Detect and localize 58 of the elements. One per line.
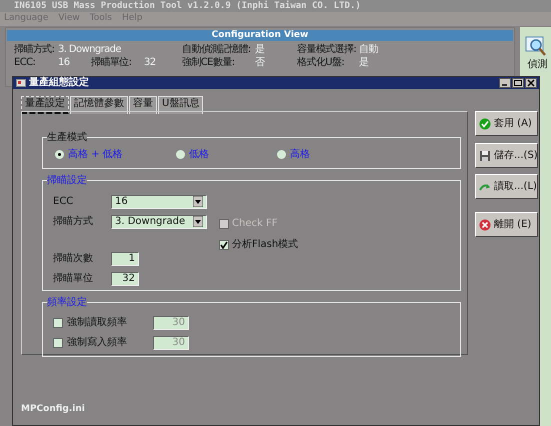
field-label: 掃瞄次數 <box>53 252 94 266</box>
dialog-title: 量產組態設定 <box>29 77 89 89</box>
field-label: 容量模式選擇: <box>297 43 358 56</box>
input-field[interactable]: 32 <box>111 272 139 286</box>
detect-label: 偵測 <box>528 58 548 72</box>
tab[interactable]: U盤訊息 <box>158 96 204 114</box>
close-button[interactable] <box>525 78 537 88</box>
field-value: 是 <box>359 56 370 69</box>
input-field: 30 <box>153 316 189 330</box>
checkbox-label: 分析Flash模式 <box>232 238 298 252</box>
exit-button[interactable]: 離開 (E) <box>475 212 538 237</box>
checkbox[interactable] <box>53 338 63 348</box>
field-label: 自動偵測記憶體: <box>182 43 252 56</box>
close-icon <box>526 79 536 87</box>
field-label: ECC: <box>14 56 36 69</box>
close-icon <box>479 218 491 230</box>
group-title: 生產模式 <box>47 132 87 143</box>
group-title: 頻率設定 <box>47 297 87 308</box>
input-field[interactable]: 1 <box>111 252 139 266</box>
tab[interactable]: 記憶體參數 <box>70 96 128 114</box>
detect-icon[interactable] <box>524 35 546 57</box>
field-value: 32 <box>144 56 157 69</box>
field-label: 強制CE數量: <box>182 56 236 69</box>
maximize-icon <box>513 79 523 87</box>
tab[interactable]: 容量 <box>129 96 157 114</box>
save-button[interactable]: 儲存...(S) <box>475 143 538 168</box>
apply-button[interactable]: 套用 (A) <box>475 111 538 136</box>
field-label: 掃瞄單位: <box>91 56 132 69</box>
file-name: MPConfig.ini <box>21 403 85 416</box>
field-value: 是 <box>255 43 266 56</box>
field-label: 掃瞄方式 <box>53 214 94 229</box>
field-label: ECC <box>53 195 74 209</box>
window-title: IN6105 USB Mass Production Tool v1.2.0.9 (Inphi Taiwan CO. LTD.) <box>0 0 551 12</box>
dropdown-arrow-icon[interactable] <box>193 196 203 207</box>
group-title: 掃瞄設定 <box>47 175 87 186</box>
field-label: 掃瞄方式: <box>14 43 56 56</box>
checkbox[interactable] <box>219 240 229 250</box>
field-value: 3. Downgrade <box>58 43 122 56</box>
checkbox-label: 強制寫入頻率 <box>67 336 128 350</box>
field-value: 16 <box>58 56 71 69</box>
input-field: 30 <box>153 336 189 350</box>
check-icon <box>479 118 491 130</box>
checkbox-label: Check FF <box>232 217 278 231</box>
tab[interactable]: 量產設定 <box>21 96 69 114</box>
dropdown[interactable]: 3. Downgrade <box>111 214 207 228</box>
dropdown-arrow-icon[interactable] <box>193 216 203 227</box>
field-label: 掃瞄單位 <box>53 272 94 286</box>
panel-header: Configuration View <box>7 30 513 41</box>
field-value: 自動 <box>359 43 379 56</box>
load-button[interactable]: 讀取...(L) <box>475 174 538 199</box>
dropdown[interactable]: 16 <box>111 194 207 208</box>
window-icon <box>16 79 26 87</box>
maximize-button[interactable] <box>512 78 524 88</box>
checkbox[interactable] <box>53 318 63 328</box>
minimize-button[interactable] <box>499 78 511 88</box>
field-label: 格式化U盤: <box>297 56 346 69</box>
field-value: 否 <box>255 56 266 69</box>
checkbox-label: 強制讀取頻率 <box>67 316 128 330</box>
